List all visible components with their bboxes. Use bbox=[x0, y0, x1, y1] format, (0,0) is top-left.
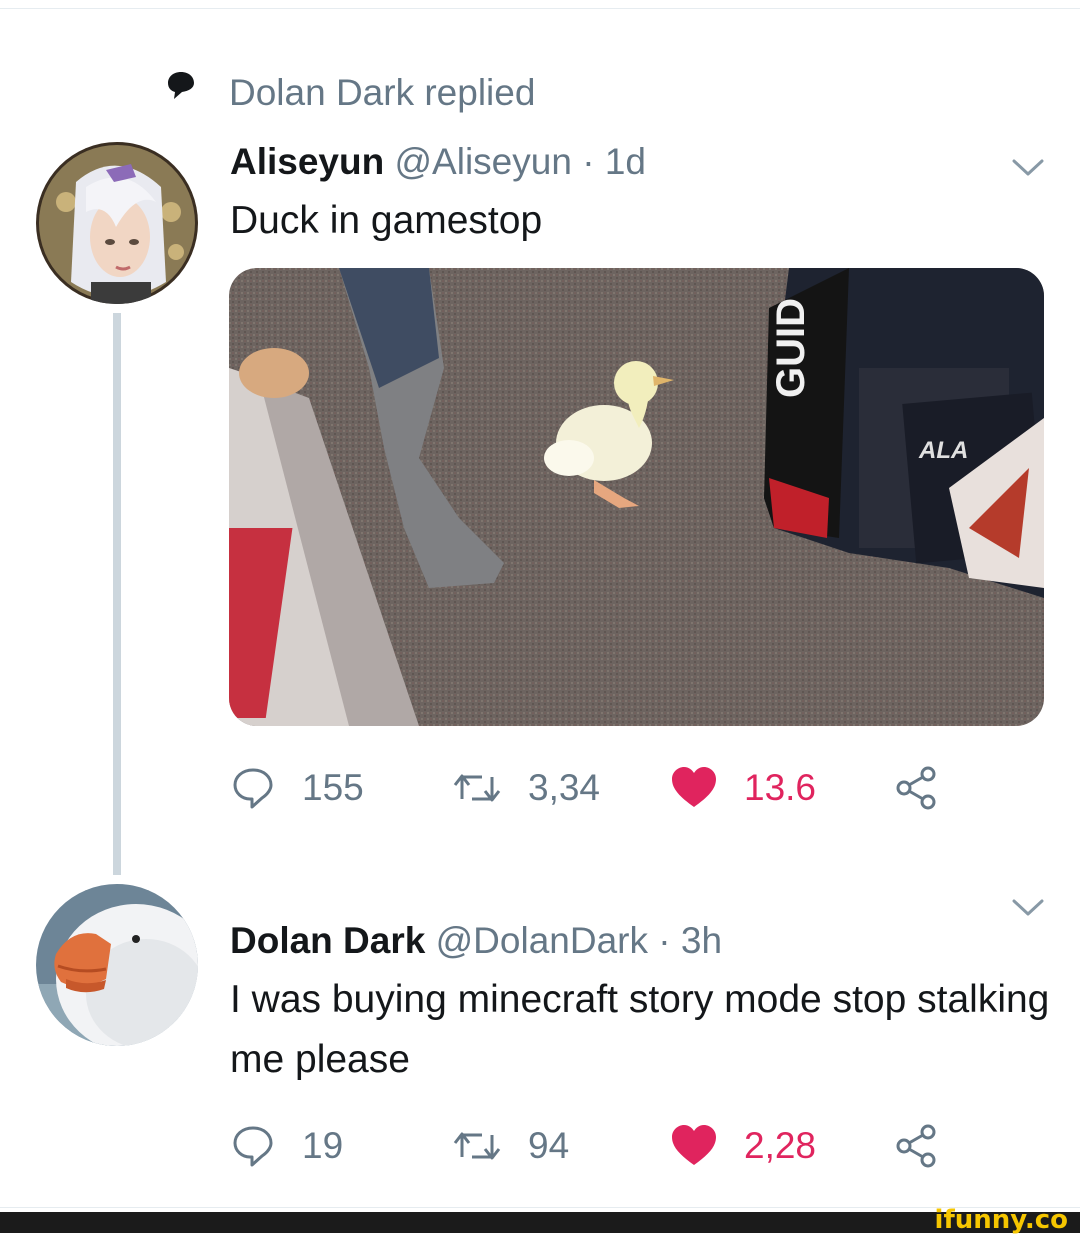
heart-icon bbox=[672, 767, 716, 807]
thread-connector-line bbox=[113, 313, 121, 875]
tweet-time[interactable]: 3h bbox=[681, 920, 722, 961]
reply-button[interactable]: 19 bbox=[230, 1116, 343, 1176]
user-handle[interactable]: @Aliseyun bbox=[395, 141, 572, 182]
bottom-divider bbox=[0, 1207, 1080, 1208]
retweet-button[interactable]: 94 bbox=[452, 1116, 569, 1176]
chevron-down-icon[interactable] bbox=[1011, 898, 1045, 918]
share-icon bbox=[896, 766, 936, 810]
tweet-actions: 155 3,34 13.6 bbox=[230, 758, 960, 818]
separator-dot: · bbox=[582, 141, 595, 182]
share-icon bbox=[896, 1124, 936, 1168]
share-button[interactable] bbox=[894, 1116, 940, 1176]
tweet-text: Duck in gamestop bbox=[230, 199, 543, 242]
retweet-count: 3,34 bbox=[528, 767, 601, 808]
tweet-text: I was buying minecraft story mode stop s… bbox=[230, 978, 1050, 1081]
reply-count: 19 bbox=[302, 1125, 344, 1166]
reply-context-text: Dolan Dark replied bbox=[229, 72, 536, 113]
display-name[interactable]: Aliseyun bbox=[230, 141, 384, 182]
retweet-button[interactable]: 3,34 bbox=[452, 758, 600, 818]
svg-text:GUID: GUID bbox=[769, 298, 813, 398]
tweet-header: Dolan Dark @DolanDark · 3h bbox=[230, 920, 722, 962]
tweet-media-photo[interactable]: GUID ALA bbox=[229, 268, 1044, 726]
avatar[interactable] bbox=[36, 142, 198, 304]
chevron-down-icon[interactable] bbox=[1011, 158, 1045, 178]
share-button[interactable] bbox=[894, 758, 940, 818]
goose-avatar-image bbox=[36, 884, 198, 1046]
avatar[interactable] bbox=[36, 884, 198, 1046]
duck-photo: GUID ALA bbox=[229, 268, 1044, 726]
reply-count: 155 bbox=[302, 767, 364, 808]
like-button[interactable]: 2,28 bbox=[670, 1116, 816, 1176]
avatar-image bbox=[36, 142, 198, 304]
display-name[interactable]: Dolan Dark bbox=[230, 920, 425, 961]
retweet-icon bbox=[453, 1132, 501, 1160]
separator-dot: · bbox=[658, 920, 671, 961]
footer-bar bbox=[0, 1212, 1080, 1233]
tweet-time[interactable]: 1d bbox=[605, 141, 646, 182]
top-divider bbox=[0, 8, 1080, 9]
svg-text:ALA: ALA bbox=[918, 437, 968, 464]
reply-icon bbox=[233, 1126, 273, 1167]
retweet-count: 94 bbox=[528, 1125, 570, 1166]
reply-button[interactable]: 155 bbox=[230, 758, 364, 818]
speech-bubble-icon bbox=[168, 72, 194, 99]
tweet-header: Aliseyun @Aliseyun · 1d bbox=[230, 141, 646, 183]
retweet-icon bbox=[453, 774, 501, 802]
tweet-actions: 19 94 2,28 bbox=[230, 1116, 960, 1176]
heart-icon bbox=[672, 1125, 716, 1165]
like-count: 2,28 bbox=[744, 1125, 817, 1166]
like-button[interactable]: 13.6 bbox=[670, 758, 816, 818]
user-handle[interactable]: @DolanDark bbox=[436, 920, 648, 961]
like-count: 13.6 bbox=[744, 767, 817, 808]
watermark-logo: ifunny.co bbox=[934, 1205, 1068, 1235]
reply-icon bbox=[233, 768, 273, 809]
